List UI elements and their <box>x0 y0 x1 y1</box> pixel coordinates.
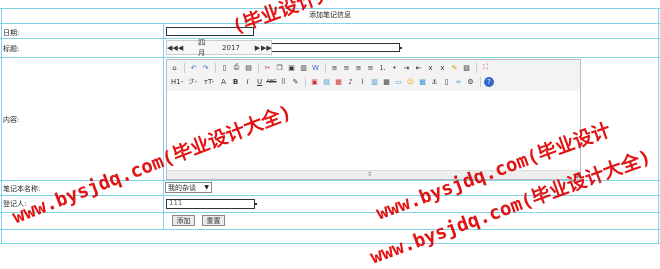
date-picker-popup: ◀◀ ◀ 四月 2017 ▶ ▶▶ <box>166 38 272 58</box>
toolbar-separator <box>184 62 185 73</box>
grid-line <box>0 212 660 213</box>
align-left-icon[interactable]: ≡ <box>329 62 340 73</box>
image-icon[interactable]: ▣ <box>309 76 320 87</box>
paste-icon[interactable]: ▣ <box>286 62 297 73</box>
grid-line <box>0 38 660 39</box>
toolbar-row-1: ⌂ ↶ ↷ ▯ ⎙ ▤ ✂ ❐ ▣ ▥ W ≡ ≡ ≡ ≡ ⒈ • ⇥ ⇤ x x ✎ ▧ ⛶ <box>169 61 492 74</box>
toolbar-separator <box>476 62 477 73</box>
calendar-year[interactable]: 2017 <box>222 44 240 52</box>
date-label: 日期: <box>3 29 20 37</box>
content-label: 内容: <box>3 116 20 124</box>
paste-text-icon[interactable]: ▥ <box>298 62 309 73</box>
heading-button[interactable]: H1- <box>169 76 185 87</box>
redo-icon[interactable]: ↷ <box>200 62 211 73</box>
undo-icon[interactable]: ↶ <box>188 62 199 73</box>
grid-line <box>163 23 164 229</box>
grid-line <box>0 8 660 9</box>
underline-button[interactable]: U <box>254 76 265 87</box>
copy-icon[interactable]: ❐ <box>274 62 285 73</box>
title-label: 标题: <box>3 45 20 53</box>
unordered-list-icon[interactable]: • <box>389 62 400 73</box>
superscript-icon[interactable]: x <box>437 62 448 73</box>
toolbar-separator <box>215 62 216 73</box>
required-marker <box>400 47 402 49</box>
recorder-input[interactable]: 111 <box>166 199 255 209</box>
ordered-list-icon[interactable]: ⒈ <box>377 62 388 73</box>
template-icon[interactable]: ▭ <box>393 76 404 87</box>
unlink-icon[interactable]: ⚙ <box>465 76 476 87</box>
attachment-icon[interactable]: ⌇ <box>357 76 368 87</box>
calendar-month[interactable]: 四月 <box>198 38 208 58</box>
file-icon[interactable]: ▥ <box>369 76 380 87</box>
grid-line <box>0 57 660 58</box>
help-icon[interactable]: ? <box>484 76 494 87</box>
font-size-button[interactable]: тT- <box>201 76 217 87</box>
form-title: 添加笔记信息 <box>309 11 351 19</box>
toolbar-row-2: H1- ℱ- тT- A B I U ABC ⠿ ✎ ▣ ▤ ▦ ♪ ⌇ ▥ ▦… <box>169 75 495 88</box>
clear-format-icon[interactable]: ✎ <box>449 62 460 73</box>
justify-icon[interactable]: ≡ <box>365 62 376 73</box>
pagebreak-icon[interactable]: ▯ <box>441 76 452 87</box>
music-icon[interactable]: ♪ <box>345 76 356 87</box>
next-year-button[interactable]: ▶▶ <box>261 44 272 52</box>
subscript-icon[interactable]: x <box>425 62 436 73</box>
outdent-icon[interactable]: ⇤ <box>413 62 424 73</box>
select-all-icon[interactable]: ▧ <box>461 62 472 73</box>
grid-line <box>0 229 660 230</box>
strikethrough-button[interactable]: ABC <box>266 76 277 87</box>
required-marker <box>255 203 257 205</box>
hr-icon[interactable]: ⠿ <box>278 76 289 87</box>
font-family-button[interactable]: ℱ- <box>186 76 200 87</box>
paste-word-icon[interactable]: W <box>310 62 321 73</box>
prev-month-button[interactable]: ◀ <box>177 44 184 52</box>
toolbar-separator <box>480 76 481 87</box>
cut-icon[interactable]: ✂ <box>262 62 273 73</box>
prev-year-button[interactable]: ◀◀ <box>167 44 178 52</box>
editor-toolbar: ⌂ ↶ ↷ ▯ ⎙ ▤ ✂ ❐ ▣ ▥ W ≡ ≡ ≡ ≡ ⒈ • ⇥ ⇤ x x ✎ ▧ ⛶ H1- ℱ- тT- A B … <box>167 60 580 92</box>
italic-button[interactable]: I <box>242 76 253 87</box>
emoticon-icon[interactable]: ☺ <box>405 76 416 87</box>
toolbar-separator <box>325 62 326 73</box>
anchor-icon[interactable]: ⚓ <box>429 76 440 87</box>
grid-line <box>658 8 659 244</box>
map-icon[interactable]: ▩ <box>417 76 428 87</box>
print-icon[interactable]: ⎙ <box>231 62 242 73</box>
add-button[interactable]: 添加 <box>172 215 195 226</box>
preview-icon[interactable]: ▤ <box>243 62 254 73</box>
bold-button[interactable]: B <box>230 76 241 87</box>
grid-line <box>1 8 2 244</box>
new-doc-icon[interactable]: ▯ <box>219 62 230 73</box>
dropdown-arrow-icon: ▼ <box>204 184 209 191</box>
notebook-select-value: 我的杂谈 <box>168 183 196 192</box>
flash-icon[interactable]: ▤ <box>321 76 332 87</box>
next-month-button[interactable]: ▶ <box>254 44 261 52</box>
toolbar-separator <box>305 76 306 87</box>
grid-line <box>0 23 660 24</box>
media-icon[interactable]: ▦ <box>333 76 344 87</box>
table-icon[interactable]: ▦ <box>381 76 392 87</box>
resize-handle-icon[interactable]: ⇕ <box>367 171 372 178</box>
align-right-icon[interactable]: ≡ <box>353 62 364 73</box>
indent-icon[interactable]: ⇥ <box>401 62 412 73</box>
align-center-icon[interactable]: ≡ <box>341 62 352 73</box>
full-screen-icon[interactable]: ⛶ <box>480 62 491 73</box>
eraser-icon[interactable]: ✎ <box>290 76 301 87</box>
reset-button[interactable]: 重置 <box>202 215 225 226</box>
source-icon[interactable]: ⌂ <box>169 62 180 73</box>
font-color-button[interactable]: A <box>218 76 229 87</box>
grid-line <box>0 243 660 244</box>
form-table: 添加笔记信息 日期: 标题: 内容: 笔记本名称: 登记人: ◀◀ ◀ 四月 2… <box>0 0 660 252</box>
link-icon[interactable]: ∞ <box>453 76 464 87</box>
notebook-select[interactable]: 我的杂谈 ▼ <box>165 182 212 193</box>
toolbar-separator <box>258 62 259 73</box>
